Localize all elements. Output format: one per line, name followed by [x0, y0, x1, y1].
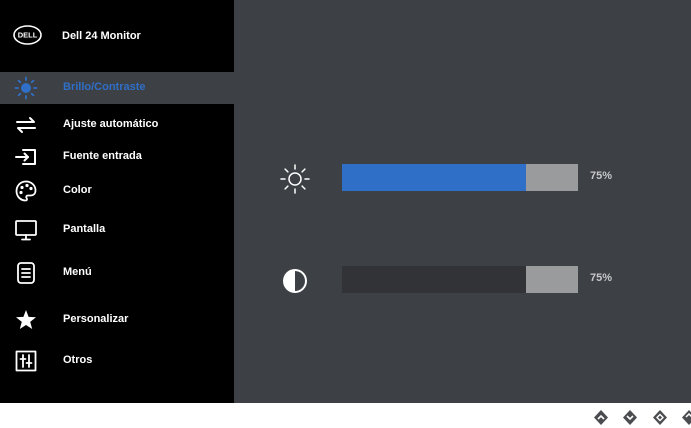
brightness-value: 75%: [590, 170, 613, 182]
contrast-slider-fill: [342, 266, 527, 293]
menu-item-label: Pantalla: [63, 223, 106, 235]
menu-item-ajuste-automatico[interactable]: Ajuste automático: [0, 109, 234, 141]
osd-window: DELL Dell 24 Monitor Brillo/Contraste Aj…: [0, 0, 691, 403]
monitor-title: Dell 24 Monitor: [62, 30, 141, 42]
menu-item-label: Ajuste automático: [63, 118, 159, 130]
brightness-row: 75%: [0, 163, 691, 194]
menu-item-personalizar[interactable]: Personalizar: [0, 304, 234, 336]
display-icon: [15, 220, 37, 241]
brightness-icon: [14, 76, 38, 100]
down-arrow-icon[interactable]: [622, 409, 638, 426]
contrast-slider[interactable]: [342, 266, 578, 293]
select-icon[interactable]: [652, 409, 668, 426]
contrast-value: 75%: [590, 272, 613, 284]
dell-logo: DELL: [13, 25, 42, 45]
brightness-sun-icon: [280, 164, 310, 194]
brightness-slider[interactable]: [342, 164, 578, 191]
menu-item-label: Fuente entrada: [63, 150, 142, 162]
up-arrow-icon[interactable]: [593, 409, 609, 426]
contrast-row: 75%: [0, 265, 691, 295]
menu-item-label: Otros: [63, 354, 93, 366]
star-icon: [16, 310, 36, 329]
others-icon: [15, 350, 37, 372]
menu-item-otros[interactable]: Otros: [0, 345, 234, 377]
sidebar: DELL Dell 24 Monitor Brillo/Contraste Aj…: [0, 0, 234, 403]
menu-item-pantalla[interactable]: Pantalla: [0, 214, 234, 246]
brand-header: DELL Dell 24 Monitor: [0, 0, 234, 64]
brightness-slider-fill: [342, 164, 527, 191]
menu-item-label: Personalizar: [63, 313, 129, 325]
svg-text:DELL: DELL: [18, 31, 38, 40]
menu-item-brillo-contraste[interactable]: Brillo/Contraste: [0, 72, 234, 104]
osd-navigation-buttons: [0, 403, 691, 428]
back-icon[interactable]: [681, 409, 691, 426]
contrast-icon: [283, 269, 307, 293]
menu-item-label: Brillo/Contraste: [63, 81, 146, 93]
auto-adjust-icon: [16, 117, 36, 133]
